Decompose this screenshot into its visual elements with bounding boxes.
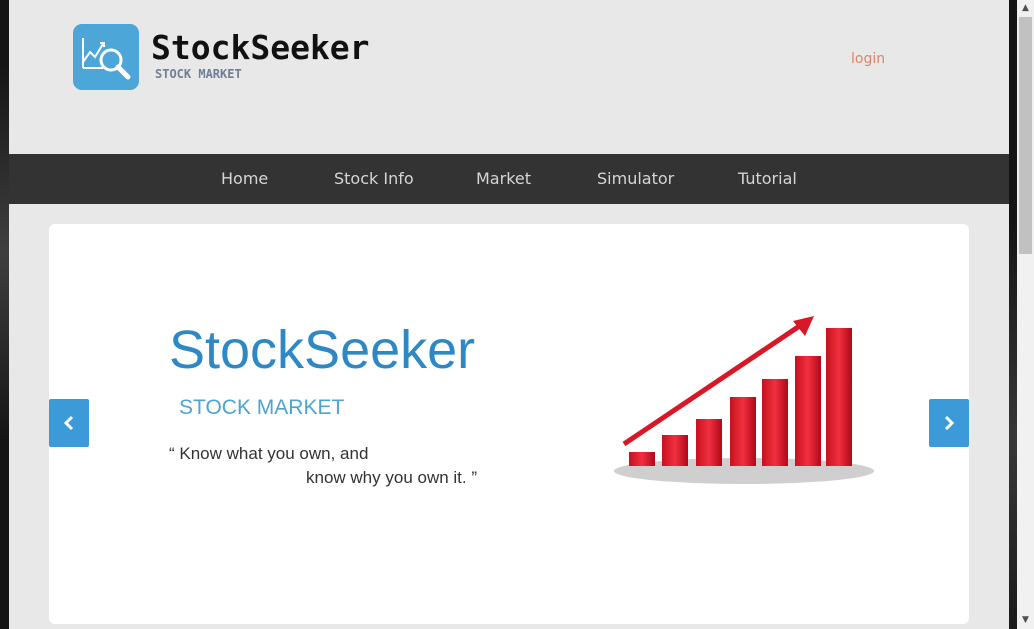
scroll-up-icon[interactable]: ▲ (1017, 0, 1034, 17)
slide-quote-line1: “ Know what you own, and (169, 444, 369, 463)
main-nav: Home Stock Info Market Simulator Tutoria… (9, 154, 1009, 204)
slide-title: StockSeeker (169, 320, 476, 380)
slide-quote-line2: know why you own it. ” (306, 468, 478, 487)
nav-item-simulator[interactable]: Simulator (597, 169, 674, 188)
hero-slider: StockSeeker STOCK MARKET “ Know what you… (49, 224, 969, 624)
nav-item-tutorial[interactable]: Tutorial (738, 169, 797, 188)
slider-next-button[interactable] (929, 399, 969, 447)
nav-item-stock-info[interactable]: Stock Info (334, 169, 414, 188)
brand-name[interactable]: StockSeeker (151, 28, 370, 67)
chevron-left-icon (63, 415, 74, 431)
slide-subtitle: STOCK MARKET (179, 396, 345, 419)
scroll-down-icon[interactable]: ▼ (1017, 612, 1034, 629)
nav-item-market[interactable]: Market (476, 169, 531, 188)
login-link[interactable]: login (851, 51, 885, 67)
logo-icon[interactable] (73, 24, 139, 90)
slider-prev-button[interactable] (49, 399, 89, 447)
nav-item-home[interactable]: Home (221, 169, 268, 188)
chevron-right-icon (944, 415, 955, 431)
vertical-scrollbar[interactable]: ▲ ▼ (1017, 0, 1034, 629)
brand-subtitle: STOCK MARKET (155, 67, 242, 81)
scroll-thumb[interactable] (1019, 17, 1032, 254)
growth-chart-illustration (614, 316, 874, 484)
header: StockSeeker STOCK MARKET login (9, 0, 1009, 154)
page: StockSeeker STOCK MARKET login Home Stoc… (9, 0, 1009, 629)
